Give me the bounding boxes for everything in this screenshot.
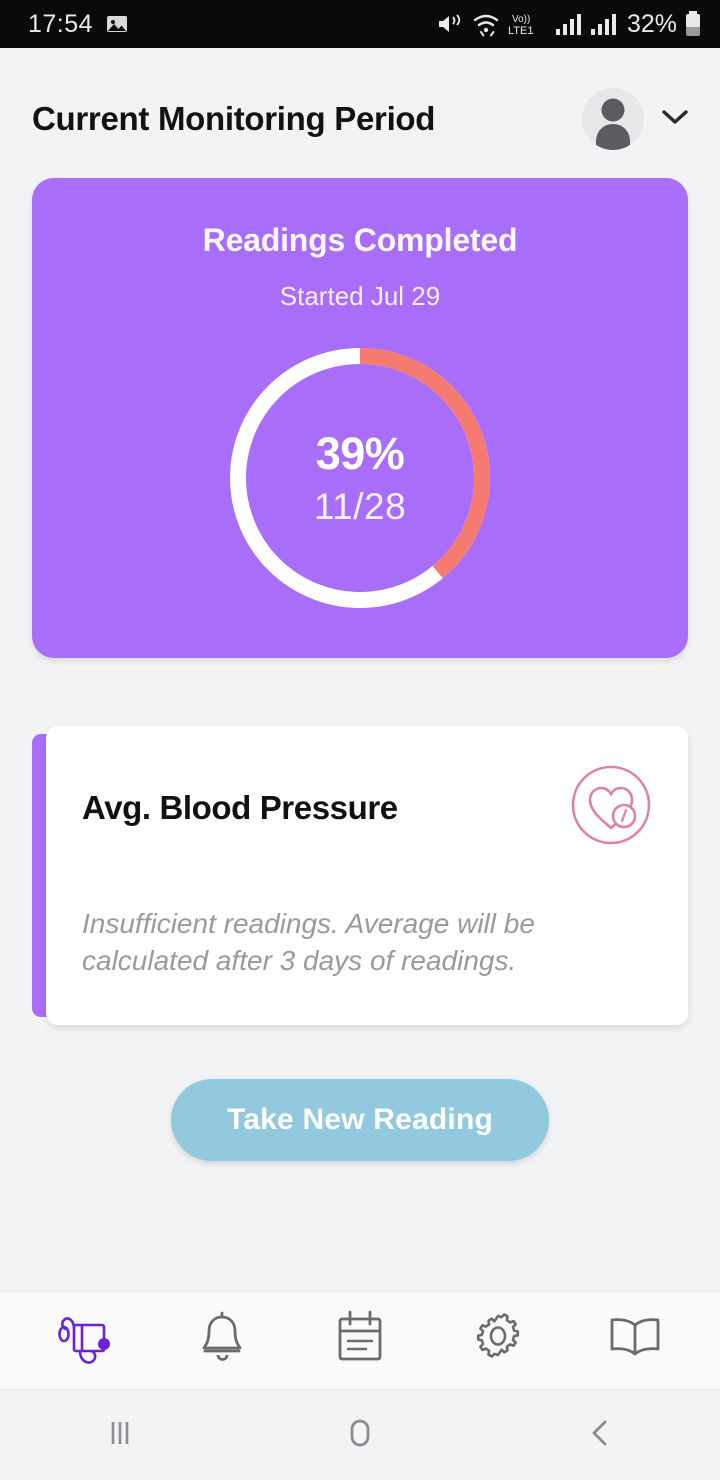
person-avatar-icon[interactable] [582, 88, 644, 150]
phone-screen: 17:54 Vo)) LTE1 32% Current Monitoring P… [0, 0, 720, 1480]
bottom-tab-bar [0, 1291, 720, 1389]
recents-icon [100, 1414, 140, 1457]
progress-card-title: Readings Completed [202, 222, 518, 258]
avg-bp-note: Insufficient readings. Average will be c… [82, 908, 535, 977]
recents-button[interactable] [60, 1390, 180, 1480]
tab-settings[interactable] [452, 1295, 544, 1387]
app-header: Current Monitoring Period [0, 48, 720, 178]
page-title: Current Monitoring Period [32, 100, 436, 137]
status-bar: 17:54 Vo)) LTE1 32% [0, 0, 720, 48]
notepad-calendar-icon [332, 1309, 388, 1372]
svg-text:Vo)): Vo)) [512, 14, 530, 25]
main-content: Readings Completed Started Jul 29 39% 11… [0, 178, 720, 1291]
progress-percent-label: 39% [315, 428, 405, 479]
readings-progress-card: Readings Completed Started Jul 29 39% 11… [32, 178, 688, 658]
bell-icon [196, 1309, 248, 1372]
tab-log[interactable] [314, 1295, 406, 1387]
heart-gauge-icon [570, 764, 652, 851]
gear-icon [470, 1310, 526, 1371]
home-icon [340, 1413, 380, 1458]
android-nav-bar [0, 1389, 720, 1480]
chevron-down-icon[interactable] [660, 107, 690, 132]
progress-fraction-label: 11/28 [313, 486, 407, 527]
battery-icon [684, 10, 702, 38]
home-button[interactable] [300, 1390, 420, 1480]
progress-ring: 39% 11/28 [224, 342, 496, 614]
signal-bars-2-icon [590, 11, 618, 37]
wifi-icon [471, 11, 501, 37]
cta-row: Take New Reading [32, 1079, 688, 1162]
status-bar-right: Vo)) LTE1 32% [436, 10, 702, 39]
back-icon [582, 1414, 618, 1457]
back-button[interactable] [540, 1390, 660, 1480]
progress-card-subtitle: Started Jul 29 [279, 281, 441, 311]
open-book-icon [606, 1313, 664, 1368]
avg-bp-card: Avg. Blood Pressure Insufficient reading… [32, 726, 688, 1026]
avg-bp-card-body: Avg. Blood Pressure Insufficient reading… [46, 726, 688, 1026]
status-bar-left: 17:54 [28, 10, 129, 39]
take-new-reading-button[interactable]: Take New Reading [170, 1079, 550, 1162]
avg-bp-card-header: Avg. Blood Pressure [82, 764, 652, 851]
profile-menu[interactable] [582, 88, 690, 150]
tab-alerts[interactable] [176, 1295, 268, 1387]
mute-vibrate-icon [436, 11, 464, 37]
blood-pressure-monitor-icon [54, 1309, 116, 1372]
tab-guide[interactable] [589, 1295, 681, 1387]
battery-percent: 32% [626, 9, 677, 38]
avg-bp-title: Avg. Blood Pressure [82, 788, 398, 826]
svg-text:LTE1: LTE1 [508, 25, 533, 37]
volte-icon: Vo)) LTE1 [508, 11, 548, 37]
signal-bars-icon [555, 11, 583, 37]
status-clock: 17:54 [28, 9, 94, 38]
progress-ring-labels: 39% 11/28 [224, 342, 496, 614]
image-icon [105, 12, 129, 36]
tab-monitor[interactable] [39, 1295, 131, 1387]
